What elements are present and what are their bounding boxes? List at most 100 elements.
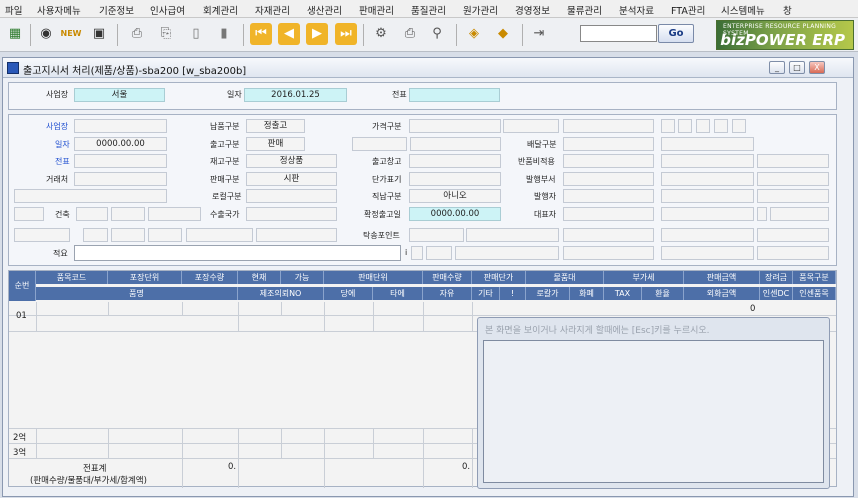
detail-col6-field-4[interactable] xyxy=(757,189,829,203)
save-icon[interactable]: ▣ xyxy=(88,23,110,45)
menu-quality[interactable]: 품질관리 xyxy=(411,3,446,17)
grid-col-tax[interactable]: TAX xyxy=(604,287,642,300)
pickup-field-7[interactable] xyxy=(563,228,654,242)
grid-col-itemname[interactable]: 품명 xyxy=(36,287,238,300)
menu-user[interactable]: 사용자메뉴 xyxy=(37,3,81,17)
grid-col-localprice[interactable]: 로칼가 xyxy=(526,287,570,300)
grid-col-free[interactable]: 자유 xyxy=(423,287,472,300)
detail-direct-field[interactable]: 아니오 xyxy=(409,189,501,203)
menu-file[interactable]: 파일 xyxy=(5,3,22,17)
pickup-field-2[interactable] xyxy=(83,228,108,242)
prev-icon[interactable]: ◀ xyxy=(278,23,300,45)
grid-col-incentivedc[interactable]: 인센DC xyxy=(760,287,793,300)
grid-col-unitprice[interactable]: 판매단가 xyxy=(472,271,526,284)
detail-customer-field[interactable] xyxy=(74,172,167,186)
detail-check-2[interactable] xyxy=(678,119,692,133)
search-icon[interactable]: ⚲ xyxy=(426,23,448,45)
detail-aux-field[interactable] xyxy=(352,137,407,151)
pickup-field-9[interactable] xyxy=(757,228,829,242)
detail-col4-field-4[interactable] xyxy=(563,189,654,203)
detail-col6-field-5a[interactable] xyxy=(757,207,767,221)
menu-logistics[interactable]: 물류관리 xyxy=(567,3,602,17)
excel-icon[interactable]: ◈ xyxy=(463,23,485,45)
next-icon[interactable]: ▶ xyxy=(306,23,328,45)
menu-production[interactable]: 생산관리 xyxy=(307,3,342,17)
detail-col6-field-2[interactable] xyxy=(757,154,829,168)
menu-analysis[interactable]: 분석자료 xyxy=(619,3,654,17)
detail-col5-field-3[interactable] xyxy=(661,172,754,186)
detail-aux-field-2[interactable] xyxy=(410,137,501,151)
search-input[interactable] xyxy=(580,25,657,42)
pickup-field-6[interactable] xyxy=(256,228,337,242)
grid-col-packunit[interactable]: 포장단위 xyxy=(108,271,182,284)
grid-col-no[interactable]: 순번 xyxy=(9,271,36,301)
detail-warehouse-field[interactable] xyxy=(409,154,501,168)
maximize-button[interactable]: □ xyxy=(789,61,805,74)
menu-system[interactable]: 시스템메뉴 xyxy=(721,3,765,17)
menu-window[interactable]: 창 xyxy=(783,3,792,17)
header-date-field[interactable]: 2016.01.25 xyxy=(244,88,347,102)
clear-icon[interactable]: ▮ xyxy=(213,23,235,45)
menu-base[interactable]: 기준정보 xyxy=(99,3,134,17)
detail-local-field[interactable] xyxy=(246,189,337,203)
menu-fta[interactable]: FTA관리 xyxy=(671,3,705,17)
menu-management[interactable]: 경영정보 xyxy=(515,3,550,17)
grid-col-salesamount[interactable]: 판매금액 xyxy=(684,271,760,284)
note-field-5[interactable] xyxy=(661,246,754,260)
detail-building-field-2[interactable] xyxy=(111,207,145,221)
detail-extra-field[interactable] xyxy=(14,207,44,221)
menu-account[interactable]: 회계관리 xyxy=(203,3,238,17)
grid-col-available[interactable]: 가능 xyxy=(281,271,324,284)
pickup-code-field[interactable] xyxy=(409,228,464,242)
view-icon[interactable]: ◉ xyxy=(35,23,57,45)
detail-country-field[interactable] xyxy=(246,207,337,221)
pickup-field-8[interactable] xyxy=(661,228,754,242)
detail-building-field-3[interactable] xyxy=(148,207,201,221)
detail-col4-field-3[interactable] xyxy=(563,172,654,186)
detail-col5-field-2[interactable] xyxy=(661,154,754,168)
detail-col4-field-0[interactable] xyxy=(563,119,654,133)
header-biz-field[interactable]: 서울 xyxy=(74,88,165,102)
exit-icon[interactable]: ⇥ xyxy=(528,23,550,45)
menu-sales[interactable]: 판매관리 xyxy=(359,3,394,17)
program-icon[interactable]: ▦ xyxy=(4,23,26,45)
grid-col-salesunit[interactable]: 판매단위 xyxy=(324,271,423,284)
detail-col5-field-4[interactable] xyxy=(661,189,754,203)
detail-shiptype-field[interactable]: 판매 xyxy=(246,137,305,151)
detail-col4-field-2[interactable] xyxy=(563,154,654,168)
detail-price-field-2[interactable] xyxy=(503,119,559,133)
detail-col6-field-5b[interactable] xyxy=(770,207,829,221)
grid-col-flag[interactable]: ! xyxy=(500,287,526,300)
detail-price-field[interactable] xyxy=(409,119,501,133)
close-button[interactable]: X xyxy=(809,61,825,74)
grid-col-foreignamount[interactable]: 외화금액 xyxy=(684,287,760,300)
pickup-field-4[interactable] xyxy=(148,228,182,242)
grid-col-packqty[interactable]: 포장수량 xyxy=(182,271,238,284)
settings-icon[interactable]: ⚙ xyxy=(370,23,392,45)
pickup-field-3[interactable] xyxy=(111,228,145,242)
go-button[interactable]: Go xyxy=(658,24,694,43)
detail-check-1[interactable] xyxy=(661,119,675,133)
export-icon[interactable]: ◆ xyxy=(492,23,514,45)
menu-material[interactable]: 자재관리 xyxy=(255,3,290,17)
detail-col6-field-3[interactable] xyxy=(757,172,829,186)
last-icon[interactable]: ⏭ xyxy=(335,23,357,45)
first-icon[interactable]: ⏮ xyxy=(250,23,272,45)
grid-col-rate[interactable]: 환율 xyxy=(642,287,684,300)
detail-delivery-field[interactable]: 정출고 xyxy=(246,119,305,133)
pickup-field-5[interactable] xyxy=(186,228,253,242)
grid-col-ours[interactable]: 당에 xyxy=(324,287,373,300)
header-slip-field[interactable] xyxy=(409,88,500,102)
note-field-4[interactable] xyxy=(563,246,654,260)
grid-col-salesqty[interactable]: 판매수량 xyxy=(423,271,472,284)
print-setup-icon[interactable]: ⎙ xyxy=(399,23,421,45)
grid-col-currency[interactable]: 화폐 xyxy=(570,287,604,300)
grid-col-current[interactable]: 현재 xyxy=(238,271,281,284)
note-field-1[interactable] xyxy=(411,246,423,260)
grid-col-etc[interactable]: 기타 xyxy=(472,287,500,300)
detail-confirm-field[interactable]: 0000.00.00 xyxy=(409,207,501,221)
menu-hr[interactable]: 인사급여 xyxy=(150,3,185,17)
grid-col-incentive[interactable]: 장려금 xyxy=(760,271,793,284)
detail-date-field[interactable]: 0000.00.00 xyxy=(74,137,167,151)
note-field-2[interactable] xyxy=(426,246,452,260)
